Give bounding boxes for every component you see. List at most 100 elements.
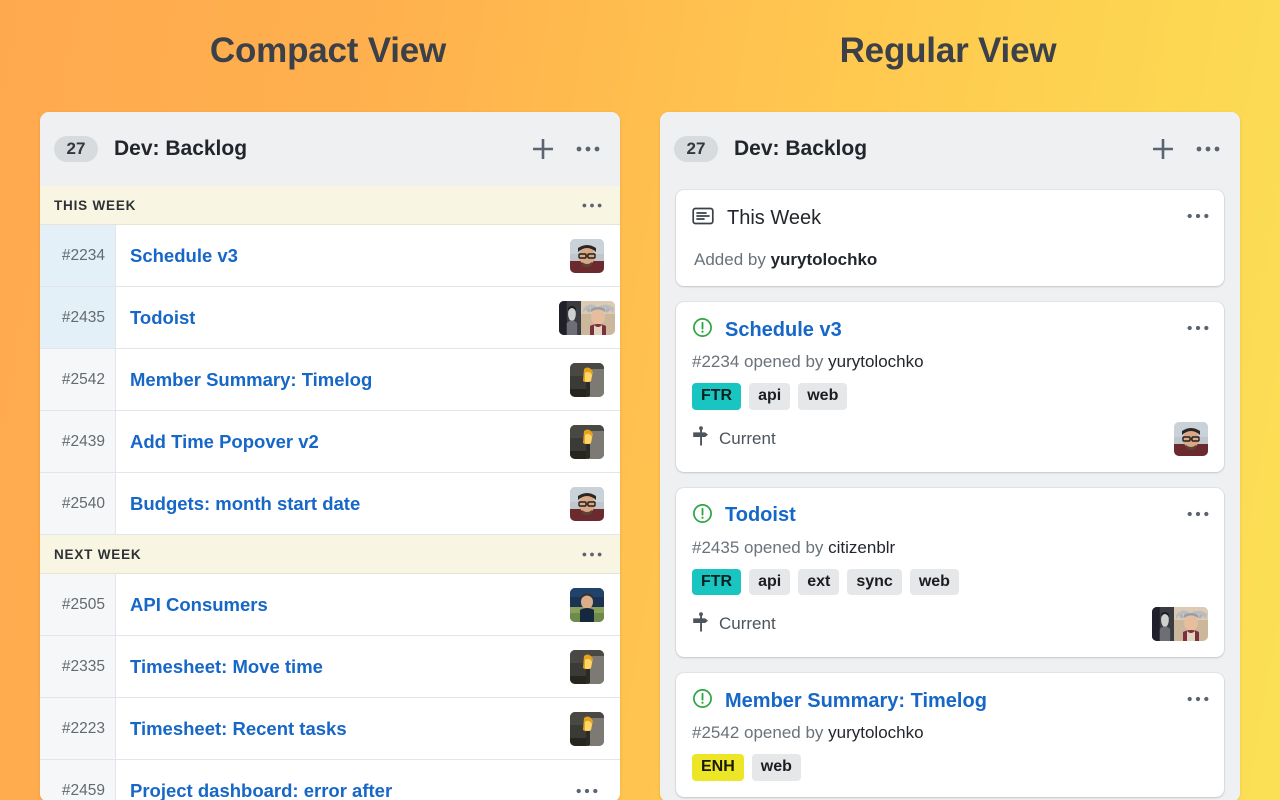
row-issue-title-link[interactable]: Member Summary: Timelog <box>130 369 372 391</box>
avatar[interactable] <box>570 363 604 397</box>
card-menu-button[interactable] <box>1186 505 1210 523</box>
panel-title: Dev: Backlog <box>114 137 528 161</box>
label-chip[interactable]: sync <box>847 569 901 596</box>
table-row[interactable]: #2505API Consumers <box>40 574 620 636</box>
row-main: Todoist <box>116 287 554 348</box>
note-icon <box>692 205 714 232</box>
issue-opened-icon <box>692 688 713 714</box>
row-trailing <box>554 225 620 286</box>
avatar[interactable] <box>570 487 604 521</box>
avatar[interactable] <box>570 239 604 273</box>
row-issue-id: #2435 <box>40 287 116 348</box>
card-menu-button[interactable] <box>1186 319 1210 337</box>
label-chip[interactable]: FTR <box>692 569 741 596</box>
issue-opened-icon <box>692 503 713 529</box>
row-issue-title-link[interactable]: Timesheet: Recent tasks <box>130 718 347 740</box>
issue-meta: #2234 opened by yurytolochko <box>692 352 1208 372</box>
table-row[interactable]: #2542Member Summary: Timelog <box>40 349 620 411</box>
row-issue-title-link[interactable]: Add Time Popover v2 <box>130 431 319 453</box>
add-card-button[interactable] <box>1148 134 1178 164</box>
table-row[interactable]: #2435 Todoist <box>40 287 620 349</box>
milestone[interactable]: Current <box>692 612 1152 637</box>
row-issue-title-link[interactable]: API Consumers <box>130 594 268 616</box>
compact-view-panel: 27 Dev: Backlog THIS WEEK #2234Schedule … <box>40 112 620 800</box>
row-trailing <box>554 287 620 348</box>
row-trailing <box>554 473 620 534</box>
row-issue-title-link[interactable]: Todoist <box>130 307 195 329</box>
row-trailing <box>554 698 620 759</box>
label-chip[interactable]: api <box>749 383 790 410</box>
list-section-header: NEXT WEEK <box>40 535 620 574</box>
panel-menu-button[interactable] <box>574 138 602 160</box>
milestone-label: Current <box>719 429 776 449</box>
row-issue-title-link[interactable]: Budgets: month start date <box>130 493 360 515</box>
avatar-group[interactable] <box>559 301 615 335</box>
note-title: This Week <box>727 207 821 230</box>
issue-card[interactable]: Todoist #2435 opened by citizenblr FTR apie… <box>676 488 1224 658</box>
avatar[interactable] <box>1152 607 1174 641</box>
label-chip[interactable]: ext <box>798 569 839 596</box>
avatar[interactable] <box>570 588 604 622</box>
label-chip[interactable]: FTR <box>692 383 741 410</box>
issue-card[interactable]: Schedule v3 #2234 opened by yurytolochko F… <box>676 302 1224 472</box>
milestone-signpost-icon <box>692 612 710 637</box>
issue-meta-text: opened by <box>739 352 828 371</box>
label-chip[interactable]: web <box>752 754 801 781</box>
add-card-button[interactable] <box>528 134 558 164</box>
page-title-compact: Compact View <box>18 30 638 72</box>
issue-meta-text: opened by <box>739 538 828 557</box>
table-row[interactable]: #2540Budgets: month start date <box>40 473 620 535</box>
row-issue-title-link[interactable]: Timesheet: Move time <box>130 656 323 678</box>
row-menu-button[interactable] <box>575 782 599 800</box>
milestone[interactable]: Current <box>692 426 1174 451</box>
row-main: Member Summary: Timelog <box>116 349 554 410</box>
note-header: This Week <box>692 205 1208 232</box>
avatar[interactable] <box>570 650 604 684</box>
table-row[interactable]: #2459Project dashboard: error after <box>40 760 620 800</box>
avatar[interactable] <box>559 301 581 335</box>
row-main: Schedule v3 <box>116 225 554 286</box>
row-main: Timesheet: Recent tasks <box>116 698 554 759</box>
avatar[interactable] <box>1174 422 1208 456</box>
regular-view-panel: 27 Dev: Backlog This WeekAdded by yuryto <box>660 112 1240 800</box>
table-row[interactable]: #2335Timesheet: Move time <box>40 636 620 698</box>
card-menu-button[interactable] <box>1186 690 1210 708</box>
table-row[interactable]: #2234Schedule v3 <box>40 225 620 287</box>
label-chip[interactable]: web <box>798 383 847 410</box>
issue-count-badge: 27 <box>674 136 718 162</box>
note-card[interactable]: This WeekAdded by yurytolochko <box>676 190 1224 286</box>
avatar[interactable] <box>570 425 604 459</box>
compact-list: THIS WEEK #2234Schedule v3 #2435 Todoist <box>40 186 620 800</box>
avatar[interactable] <box>570 712 604 746</box>
avatar-group[interactable] <box>1152 607 1208 641</box>
label-chip[interactable]: ENH <box>692 754 744 781</box>
issue-card[interactable]: Member Summary: Timelog #2542 opened by y… <box>676 673 1224 797</box>
issue-meta: #2435 opened by citizenblr <box>692 538 1208 558</box>
panel-menu-button[interactable] <box>1194 138 1222 160</box>
panels-container: 27 Dev: Backlog THIS WEEK #2234Schedule … <box>0 112 1280 800</box>
avatar[interactable] <box>1174 607 1208 641</box>
row-trailing <box>554 760 620 800</box>
label-chip[interactable]: web <box>910 569 959 596</box>
table-row[interactable]: #2223 Timesheet: Recent tasks <box>40 698 620 760</box>
milestone-signpost-icon <box>692 426 710 451</box>
label-chip[interactable]: api <box>749 569 790 596</box>
panel-title: Dev: Backlog <box>734 137 1148 161</box>
page-headings: Compact View Regular View <box>0 0 1280 72</box>
issue-title-link[interactable]: Schedule v3 <box>725 319 842 342</box>
section-menu-button[interactable] <box>580 196 604 214</box>
issue-title-link[interactable]: Todoist <box>725 504 796 527</box>
table-row[interactable]: #2439 Add Time Popover v2 <box>40 411 620 473</box>
issue-title-link[interactable]: Member Summary: Timelog <box>725 690 987 713</box>
row-main: Budgets: month start date <box>116 473 554 534</box>
list-section-header: THIS WEEK <box>40 186 620 225</box>
row-issue-title-link[interactable]: Project dashboard: error after <box>130 780 392 800</box>
section-menu-button[interactable] <box>580 545 604 563</box>
card-menu-button[interactable] <box>1186 207 1210 225</box>
row-issue-id: #2223 <box>40 698 116 759</box>
row-issue-id: #2439 <box>40 411 116 472</box>
issue-meta: #2542 opened by yurytolochko <box>692 723 1208 743</box>
avatar[interactable] <box>581 301 615 335</box>
issue-author: yurytolochko <box>828 723 923 742</box>
row-issue-title-link[interactable]: Schedule v3 <box>130 245 238 267</box>
